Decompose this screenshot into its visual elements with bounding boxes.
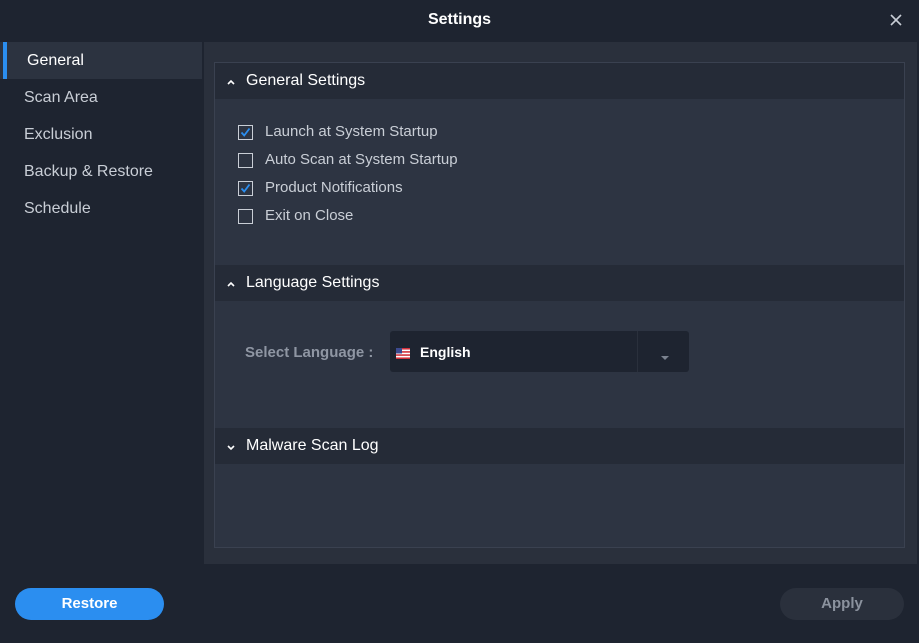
close-icon <box>887 11 905 29</box>
title-bar: Settings <box>0 0 919 42</box>
checkbox-label: Product Notifications <box>265 179 403 196</box>
selected-language: English <box>420 344 471 360</box>
checkbox-label: Auto Scan at System Startup <box>265 151 458 168</box>
section-title: Malware Scan Log <box>246 437 379 454</box>
malware-scan-log-header[interactable]: Malware Scan Log <box>215 428 904 464</box>
checkbox-label: Exit on Close <box>265 207 354 224</box>
settings-panel: General Settings Launch at System Startu… <box>214 62 905 548</box>
sidebar-nav: General Scan Area Exclusion Backup & Res… <box>0 42 202 564</box>
settings-window: Settings General Scan Area Exclusion Bac… <box>0 0 919 643</box>
us-flag-icon <box>396 346 410 359</box>
general-settings-header[interactable]: General Settings <box>215 63 904 99</box>
sidebar-item-general[interactable]: General <box>0 42 202 79</box>
chevron-up-icon <box>225 277 237 289</box>
dropdown-divider <box>637 331 638 372</box>
apply-button[interactable]: Apply <box>780 588 904 620</box>
checkbox-label: Launch at System Startup <box>265 123 438 140</box>
checkbox-checked[interactable] <box>238 181 253 196</box>
chevron-down-icon <box>225 440 237 452</box>
sidebar-item-label: Backup & Restore <box>24 163 153 180</box>
select-language-label: Select Language : <box>245 344 374 361</box>
section-title: General Settings <box>246 72 366 89</box>
sidebar-item-exclusion[interactable]: Exclusion <box>0 116 202 153</box>
sidebar-item-label: General <box>27 52 84 69</box>
sidebar-item-backup-restore[interactable]: Backup & Restore <box>0 153 202 190</box>
content-area: General Settings Launch at System Startu… <box>204 42 917 564</box>
section-title: Language Settings <box>246 274 380 291</box>
footer-bar: Restore Apply <box>0 564 919 643</box>
sidebar-item-label: Scan Area <box>24 89 98 106</box>
language-dropdown[interactable]: English <box>390 331 689 372</box>
close-button[interactable] <box>887 11 905 29</box>
chevron-down-icon[interactable] <box>660 348 670 366</box>
checkbox-unchecked[interactable] <box>238 153 253 168</box>
sidebar-item-schedule[interactable]: Schedule <box>0 190 202 227</box>
sidebar-item-scan-area[interactable]: Scan Area <box>0 79 202 116</box>
checkbox-checked[interactable] <box>238 125 253 140</box>
sidebar-item-label: Exclusion <box>24 126 93 143</box>
sidebar-item-label: Schedule <box>24 200 91 217</box>
checkbox-unchecked[interactable] <box>238 209 253 224</box>
language-settings-header[interactable]: Language Settings <box>215 265 904 301</box>
chevron-up-icon <box>225 75 237 87</box>
restore-button[interactable]: Restore <box>15 588 164 620</box>
window-title: Settings <box>427 11 492 28</box>
